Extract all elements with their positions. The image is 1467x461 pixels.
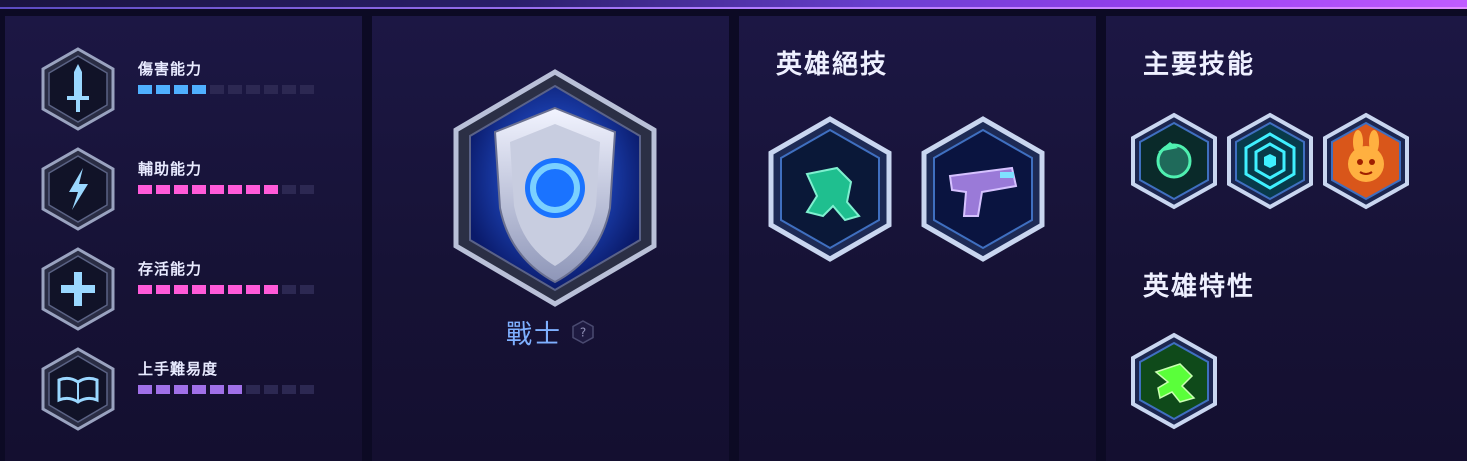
help-icon[interactable]: ? xyxy=(572,320,594,344)
meter-segment-filled xyxy=(138,185,152,194)
stat-support: 輔助能力 xyxy=(5,146,362,236)
meter-segment-filled xyxy=(264,185,278,194)
meter-segment-filled xyxy=(174,385,188,394)
help-glyph: ? xyxy=(580,326,586,340)
meter-segment-filled xyxy=(138,285,152,294)
meter-segment-filled xyxy=(156,185,170,194)
meter-segment-filled xyxy=(174,85,188,94)
meter-segment-filled xyxy=(210,385,224,394)
stat-label: 上手難易度 xyxy=(138,360,219,378)
meter-segment-filled xyxy=(210,285,224,294)
meter-segment-empty xyxy=(228,85,242,94)
stat-survivability: 存活能力 xyxy=(5,246,362,336)
stat-difficulty: 上手難易度 xyxy=(5,346,362,436)
meter-segment-filled xyxy=(192,285,206,294)
blaster-gun-icon[interactable] xyxy=(920,116,1046,262)
trait-title: 英雄特性 xyxy=(1143,272,1256,302)
meter-segment-filled xyxy=(246,285,260,294)
stat-meter xyxy=(138,185,314,194)
meter-segment-filled xyxy=(192,185,206,194)
meter-segment-empty xyxy=(300,385,314,394)
stat-damage: 傷害能力 xyxy=(5,46,362,136)
abilities-title: 主要技能 xyxy=(1143,50,1256,80)
stat-label: 傷害能力 xyxy=(138,60,203,78)
meter-segment-filled xyxy=(228,285,242,294)
meter-segment-filled xyxy=(246,185,260,194)
meter-segment-filled xyxy=(174,185,188,194)
stat-meter xyxy=(138,385,314,394)
warrior-shield-icon xyxy=(450,68,660,308)
meter-segment-filled xyxy=(228,385,242,394)
meter-segment-filled xyxy=(192,385,206,394)
hero-stats-panel: 傷害能力 輔助能力 存活能力 上手難易度 xyxy=(5,16,362,461)
meter-segment-empty xyxy=(264,385,278,394)
meter-segment-filled xyxy=(228,185,242,194)
meter-segment-filled xyxy=(156,85,170,94)
meter-segment-filled xyxy=(138,85,152,94)
heroic-abilities-panel: 英雄絕技 xyxy=(739,16,1096,461)
lightning-icon xyxy=(39,146,117,232)
meter-segment-empty xyxy=(282,185,296,194)
meter-segment-empty xyxy=(264,85,278,94)
meter-segment-filled xyxy=(264,285,278,294)
meter-segment-empty xyxy=(300,185,314,194)
stat-meter xyxy=(138,285,314,294)
stat-label: 存活能力 xyxy=(138,260,203,278)
meter-segment-filled xyxy=(138,385,152,394)
stat-meter xyxy=(138,85,314,94)
plus-icon xyxy=(39,246,117,332)
stat-label: 輔助能力 xyxy=(138,160,203,178)
meter-segment-empty xyxy=(300,285,314,294)
meter-segment-filled xyxy=(156,385,170,394)
sword-icon xyxy=(39,46,117,132)
role-name: 戰士 xyxy=(506,320,563,350)
abilities-panel: 主要技能 英雄特性 xyxy=(1106,16,1467,461)
defense-matrix-icon[interactable] xyxy=(1226,112,1314,210)
meter-segment-empty xyxy=(282,285,296,294)
boosters-icon[interactable] xyxy=(1130,112,1218,210)
meter-segment-filled xyxy=(192,85,206,94)
meter-segment-empty xyxy=(282,385,296,394)
bunny-icon[interactable] xyxy=(1322,112,1410,210)
meter-segment-filled xyxy=(174,285,188,294)
hero-role-panel: 戰士 ? xyxy=(372,16,729,461)
book-icon xyxy=(39,346,117,432)
meter-segment-empty xyxy=(282,85,296,94)
mech-eject-icon[interactable] xyxy=(1130,332,1218,430)
meter-segment-empty xyxy=(210,85,224,94)
meter-segment-filled xyxy=(156,285,170,294)
mech-walker-icon[interactable] xyxy=(767,116,893,262)
top-banner-bar xyxy=(0,0,1467,9)
meter-segment-empty xyxy=(246,85,260,94)
meter-segment-empty xyxy=(300,85,314,94)
meter-segment-filled xyxy=(210,185,224,194)
meter-segment-empty xyxy=(246,385,260,394)
heroics-title: 英雄絕技 xyxy=(776,50,889,80)
